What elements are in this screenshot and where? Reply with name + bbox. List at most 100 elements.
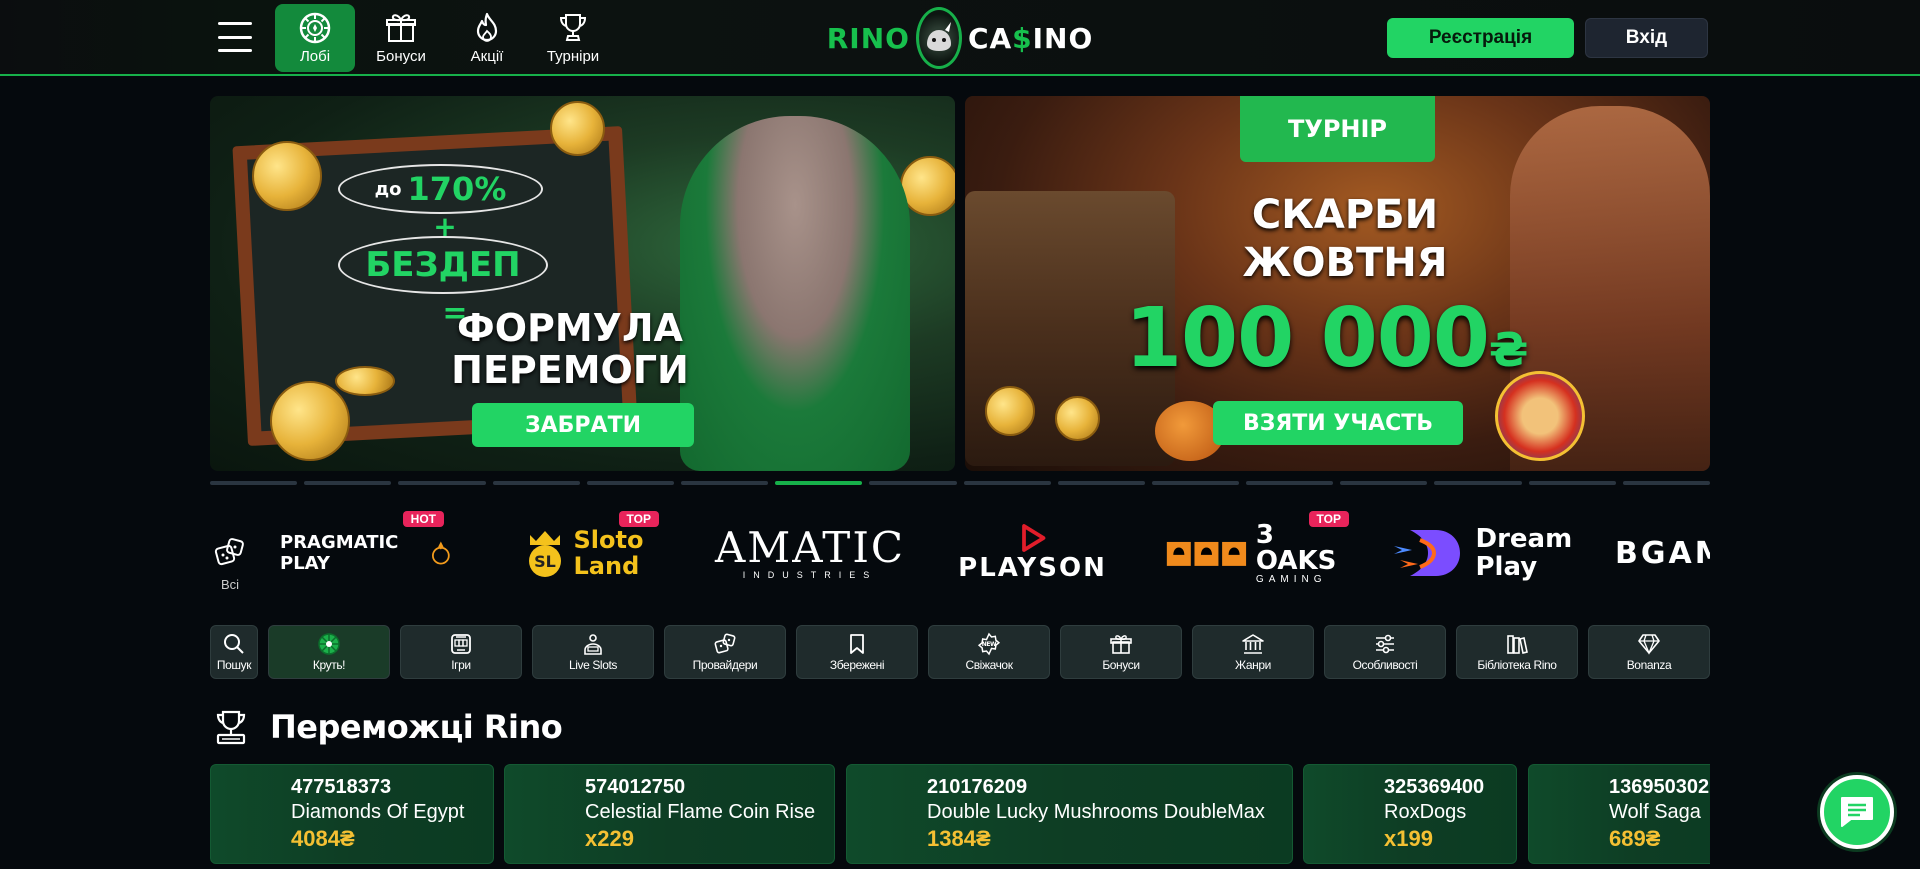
carousel-dot[interactable] [1246,481,1334,485]
winner-card[interactable]: 136950302 Wolf Saga 689₴ [1528,764,1710,864]
category-search[interactable]: Пошук [210,625,258,679]
winner-game: Celestial Flame Coin Rise [585,801,816,823]
3-oaks-logo-icon [1166,541,1247,566]
category-label: Провайдери [692,658,758,672]
provider-name: PRAGMATIC PLAY [280,532,399,574]
winner-game: Double Lucky Mushrooms DoubleMax [927,801,1265,823]
provider-subname: INDUSTRIES [742,570,878,580]
trophy-stand-icon [216,710,246,745]
category-new[interactable]: NEW Свіжачок [928,625,1050,679]
providers-all-label: Всі [220,577,240,592]
winner-card[interactable]: 325369400 RoxDogs x199 [1303,764,1517,864]
category-label: Бібліотека Rino [1477,658,1557,672]
carousel-dot[interactable] [1622,481,1710,485]
claim-button[interactable]: ЗАБРАТИ [472,403,694,447]
winner-amount: 689₴ [1609,826,1661,851]
nav-lobby[interactable]: Лобі [275,4,355,72]
provider-name: Dream Play [1475,524,1573,582]
chat-button[interactable] [1820,775,1894,849]
chat-icon [1841,797,1873,827]
carousel-dot[interactable] [775,481,863,485]
flame-icon [476,12,498,42]
slot-machine-icon [451,634,471,654]
tournament-title: СКАРБИ ЖОВТНЯ [1195,191,1495,287]
carousel-dot[interactable] [586,481,674,485]
category-label: Пошук [216,658,252,672]
coin-art [1055,396,1100,441]
formula-line2: ПЕРЕМОГИ [451,348,689,392]
promo-banner-tournament[interactable]: ТУРНІР СКАРБИ ЖОВТНЯ 100 000₴ ВЗЯТИ УЧАС… [965,96,1710,471]
category-label: Свіжачок [965,658,1013,672]
category-features[interactable]: Особливості [1324,625,1446,679]
hot-badge: HOT [402,511,444,527]
category-providers[interactable]: Провайдери [664,625,786,679]
top-header: Лобі Бонуси Акції Турніри RINO CA$INO Ре… [0,0,1920,76]
rhino-logo-icon [915,7,962,69]
tournament-prize: 100 000₴ [1125,291,1529,386]
site-logo[interactable]: RINO CA$INO [827,4,1092,72]
register-button[interactable]: Реєстрація [1387,18,1574,58]
category-label: Жанри [1235,658,1271,672]
winners-heading: Переможці Rino [210,702,563,752]
carousel-dot[interactable] [963,481,1051,485]
provider-dream-play[interactable]: Dream Play [1380,523,1573,583]
new-icon: NEW [977,632,1001,656]
category-live-slots[interactable]: Live Slots [532,625,654,679]
percent-text: 170% [407,170,507,208]
category-library[interactable]: Бібліотека Rino [1456,625,1578,679]
gift-icon [386,14,416,42]
carousel-dot[interactable] [398,481,486,485]
provider-sloto-land[interactable]: TOP SL Sloto Land [515,511,665,583]
category-label: Ігри [451,658,471,672]
nav-tournaments[interactable]: Турніри [533,4,613,72]
category-bonanza[interactable]: Bonanza [1588,625,1710,679]
login-button[interactable]: Вхід [1585,18,1708,58]
nav-promotions[interactable]: Акції [447,4,527,72]
provider-playson[interactable]: PLAYSON [955,523,1110,583]
menu-icon[interactable] [218,22,252,52]
svg-text:SL: SL [534,552,556,571]
category-label: Збережені [829,658,885,672]
upto-text: до [374,178,402,200]
carousel-dot[interactable] [210,481,298,485]
category-saved[interactable]: Збережені [796,625,918,679]
provider-name: 3 OAKS [1255,519,1337,576]
winner-amount: x199 [1384,826,1433,851]
winner-card[interactable]: 574012750 Celestial Flame Coin Rise x229 [504,764,835,864]
bookmark-icon [850,634,864,654]
carousel-dot[interactable] [869,481,957,485]
nav-promotions-label: Акції [470,48,504,65]
join-button[interactable]: ВЗЯТИ УЧАСТЬ [1213,401,1463,445]
carousel-dot[interactable] [1151,481,1240,485]
prize-currency: ₴ [1488,323,1529,377]
category-games[interactable]: Ігри [400,625,522,679]
category-bonuses[interactable]: Бонуси [1060,625,1182,679]
logo-text-left: RINO [826,21,910,55]
provider-bgaming[interactable]: BGAM [1615,523,1710,583]
pragmatic-play-logo-icon [432,541,450,565]
carousel-dot[interactable] [680,481,769,485]
carousel-dot[interactable] [1434,481,1522,485]
provider-3-oaks[interactable]: TOP 3 OAKS GAMING [1165,511,1355,585]
carousel-dot[interactable] [1057,481,1145,485]
winner-card[interactable]: 210176209 Double Lucky Mushrooms DoubleM… [846,764,1293,864]
provider-pragmatic-play[interactable]: HOT PRAGMATIC PLAY [280,511,450,583]
search-icon [224,634,244,654]
providers-all[interactable]: Всі [210,535,250,592]
carousel-dot[interactable] [1528,481,1616,485]
sliders-icon [1376,634,1394,654]
prize-amount: 100 000 [1125,291,1490,386]
promo-banner-formula[interactable]: до 170% + БЕЗДЕП = ФОРМУЛА ПЕРЕМОГИ ЗАБР… [210,96,955,471]
top-badge: TOP [1308,511,1349,527]
category-spin[interactable]: Круть! [268,625,390,679]
carousel-dot[interactable] [1340,481,1428,485]
category-genres[interactable]: Жанри [1192,625,1314,679]
nav-lobby-label: Лобі [299,48,331,65]
winner-card[interactable]: 477518373 Diamonds Of Egypt 4084₴ [210,764,494,864]
provider-amatic[interactable]: AMATIC INDUSTRIES [715,523,903,583]
carousel-dot[interactable] [492,481,580,485]
carousel-dot[interactable] [304,481,392,485]
nav-bonuses[interactable]: Бонуси [361,4,441,72]
poker-chip-icon [299,12,331,44]
winner-game: Diamonds Of Egypt [291,801,465,823]
